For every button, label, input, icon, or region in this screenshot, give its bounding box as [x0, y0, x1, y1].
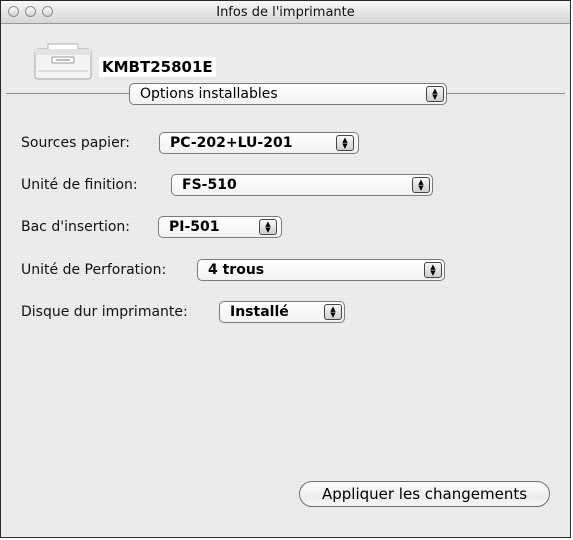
- section-popup[interactable]: Options installables ▲ ▼: [129, 83, 447, 105]
- section-popup-value: Options installables: [140, 86, 278, 102]
- punch-unit-label: Unité de Perforation:: [21, 262, 167, 278]
- hard-disk-popup[interactable]: Installé ▲ ▼: [219, 301, 345, 323]
- title-bar[interactable]: Infos de l'imprimante: [1, 1, 570, 24]
- printer-icon: [34, 43, 92, 80]
- insertion-tray-popup[interactable]: PI-501 ▲ ▼: [158, 216, 282, 238]
- hard-disk-label: Disque dur imprimante:: [21, 304, 188, 320]
- punch-unit-value: 4 trous: [208, 262, 265, 278]
- finisher-label: Unité de finition:: [21, 177, 138, 193]
- window-title: Infos de l'imprimante: [216, 5, 355, 20]
- popup-arrows-icon: ▲ ▼: [259, 219, 277, 235]
- printer-info-window: Infos de l'imprimante KMBT25801E Options…: [0, 0, 571, 538]
- hard-disk-value: Installé: [230, 304, 289, 320]
- finisher-popup[interactable]: FS-510 ▲ ▼: [171, 174, 433, 196]
- paper-sources-value: PC-202+LU-201: [170, 135, 293, 151]
- finisher-value: FS-510: [182, 177, 237, 193]
- popup-arrows-icon: ▲ ▼: [324, 304, 342, 320]
- insertion-tray-label: Bac d'insertion:: [21, 219, 131, 235]
- punch-unit-popup[interactable]: 4 trous ▲ ▼: [197, 259, 445, 281]
- popup-arrows-icon: ▲ ▼: [412, 177, 430, 193]
- popup-arrows-icon: ▲ ▼: [336, 135, 354, 151]
- popup-arrows-icon: ▲ ▼: [426, 86, 444, 102]
- paper-sources-label: Sources papier:: [21, 135, 130, 151]
- apply-changes-button[interactable]: Appliquer les changements: [299, 481, 550, 507]
- popup-arrows-icon: ▲ ▼: [424, 262, 442, 278]
- printer-name: KMBT25801E: [99, 57, 216, 77]
- paper-sources-popup[interactable]: PC-202+LU-201 ▲ ▼: [159, 132, 359, 154]
- insertion-tray-value: PI-501: [169, 219, 220, 235]
